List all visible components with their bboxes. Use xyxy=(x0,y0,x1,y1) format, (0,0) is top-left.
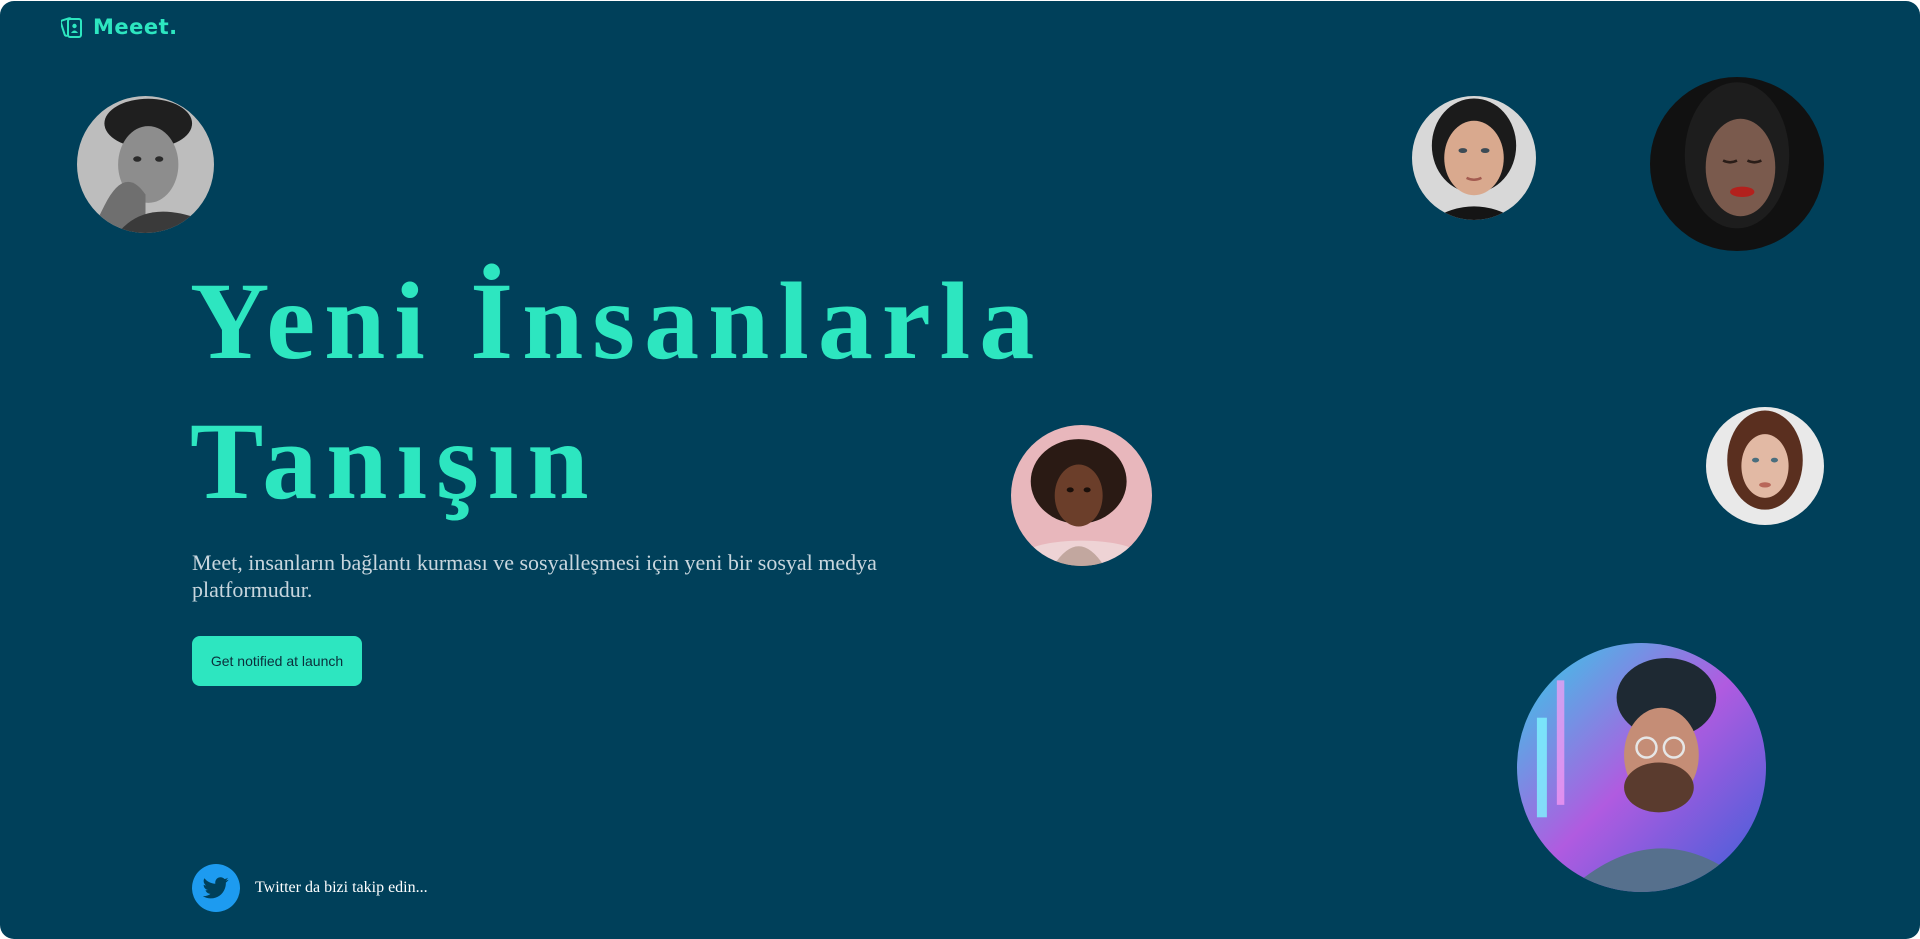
avatar-woman-curly-hair xyxy=(1011,425,1152,566)
landing-page: Meeet. Yeni İnsanlarla Tanışın Meet, ins… xyxy=(0,1,1920,939)
cards-icon xyxy=(61,15,83,39)
hero-subtitle: Meet, insanların bağlantı kurması ve sos… xyxy=(192,550,877,602)
hero-title: Yeni İnsanlarla Tanışın xyxy=(190,251,1043,531)
avatar-man-neon-beanie xyxy=(1517,643,1766,892)
twitter-icon[interactable] xyxy=(192,864,240,912)
hero-title-line-1: Yeni İnsanlarla xyxy=(190,260,1044,382)
twitter-follow-link[interactable]: Twitter da bizi takip edin... xyxy=(192,864,428,912)
twitter-follow-label[interactable]: Twitter da bizi takip edin... xyxy=(255,879,428,897)
avatar-woman-red-lips xyxy=(1650,77,1824,251)
brand-name: Meeet. xyxy=(93,15,178,39)
avatar-man-monochrome xyxy=(77,96,214,233)
avatar-woman-dark-hair xyxy=(1412,96,1536,220)
brand-logo[interactable]: Meeet. xyxy=(61,15,178,39)
get-notified-button[interactable]: Get notified at launch xyxy=(192,636,362,686)
hero-title-line-2: Tanışın xyxy=(190,400,598,522)
avatar-woman-auburn-hair xyxy=(1706,407,1824,525)
